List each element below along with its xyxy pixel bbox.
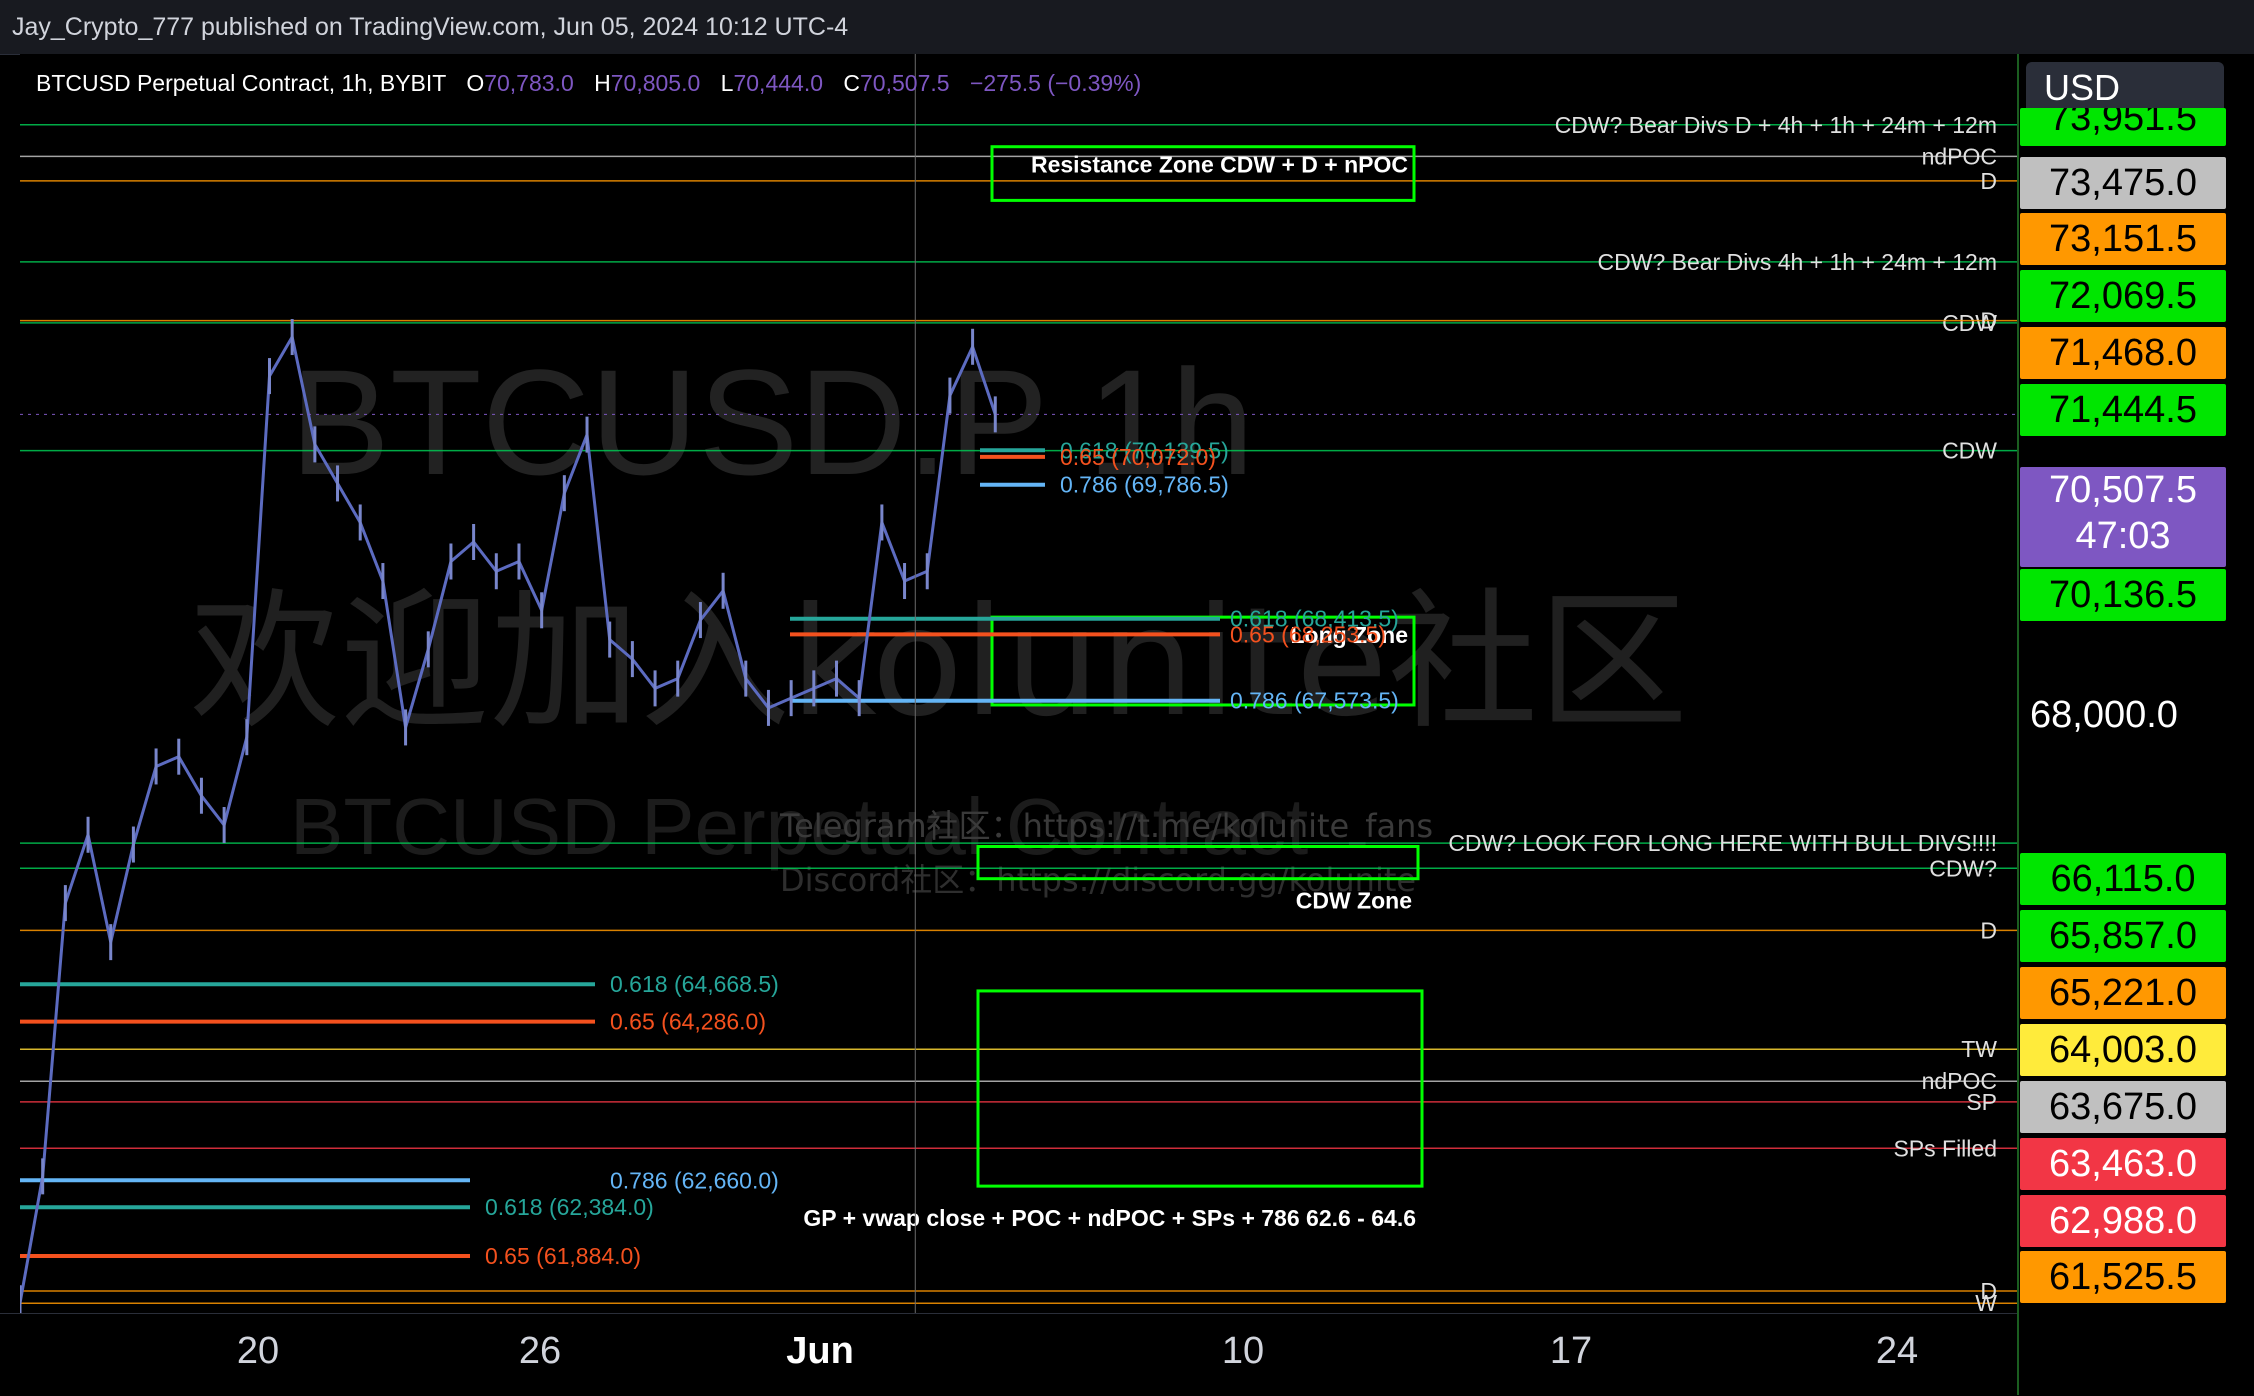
price-level-tag: 71,444.5 <box>2020 384 2226 436</box>
currency-selector[interactable]: USD <box>2026 62 2224 114</box>
zone-label: GP + vwap close + POC + ndPOC + SPs + 78… <box>803 1205 1416 1231</box>
level-label: CDW? Bear Divs D + 4h + 1h + 24m + 12m <box>1555 112 1997 138</box>
time-axis-tick: 17 <box>1549 1330 1593 1372</box>
close-value: 70,507.5 <box>860 70 950 96</box>
time-axis-tick: 20 <box>236 1330 280 1372</box>
level-label: TW <box>1961 1036 1997 1062</box>
time-axis-tick: Jun <box>786 1330 854 1372</box>
chart-svg[interactable]: BTCUSD.P 1h欢迎加入kolunite社区BTCUSD Perpetua… <box>20 54 2017 1313</box>
level-label: D <box>1980 917 1997 943</box>
high-value: 70,805.0 <box>610 70 701 96</box>
time-axis[interactable] <box>0 1313 2017 1396</box>
fib-label: 0.65 (70,072.0) <box>1060 444 1216 470</box>
fib-label: 0.618 (64,668.5) <box>610 971 779 997</box>
level-label: D <box>1980 308 1997 334</box>
zone-label: CDW Zone <box>1296 888 1412 914</box>
fib-label: 0.786 (62,660.0) <box>610 1167 779 1193</box>
level-label: CDW? LOOK FOR LONG HERE WITH BULL DIVS!!… <box>1448 830 1997 856</box>
price-level-tag: 63,463.0 <box>2020 1138 2226 1190</box>
price-level-tag: 73,151.5 <box>2020 213 2226 265</box>
fib-label: 0.618 (62,384.0) <box>485 1194 654 1220</box>
price-level-tag: 71,468.0 <box>2020 327 2226 379</box>
high-label: H <box>594 70 611 96</box>
price-level-tag: 62,988.0 <box>2020 1195 2226 1247</box>
price-level-tag: 73,475.0 <box>2020 157 2226 209</box>
fib-label: 0.786 (67,573.5) <box>1230 688 1399 714</box>
low-value: 70,444.0 <box>733 70 823 96</box>
level-label: CDW <box>1942 438 1997 464</box>
fib-label: 0.65 (68,253.5) <box>1230 621 1386 647</box>
low-label: L <box>720 70 734 96</box>
chart-plot-area[interactable]: BTCUSD.P 1h 欢迎加入kolunite社区 BTCUSD Perpetua… <box>20 54 2017 1313</box>
level-label: W <box>1975 1290 1997 1313</box>
level-label: D <box>1980 168 1997 194</box>
level-label: SPs Filled <box>1893 1135 1997 1161</box>
close-label: C <box>843 70 861 96</box>
level-label: CDW? <box>1929 855 1997 881</box>
symbol-legend[interactable]: BTCUSD Perpetual Contract, 1h, BYBIT O70… <box>36 70 1141 97</box>
fib-label: 0.65 (61,884.0) <box>485 1243 641 1269</box>
price-level-tag: 70,136.5 <box>2020 569 2226 621</box>
time-axis-tick: 26 <box>518 1330 562 1372</box>
watermark-community: 欢迎加入kolunite社区 <box>190 576 1688 750</box>
price-level-tag: 73,951.5 <box>2020 108 2226 146</box>
price-level-tag: 65,221.0 <box>2020 967 2226 1019</box>
price-level-tag: 65,857.0 <box>2020 910 2226 962</box>
watermark-telegram: Telegram社区：https://t.me/kolunite_fans <box>779 807 1433 845</box>
last-price-tag: 70,507.5 47:03 <box>2020 467 2226 567</box>
publisher-text: Jay_Crypto_777 published on TradingView.… <box>12 13 849 41</box>
fib-label: 0.65 (64,286.0) <box>610 1009 766 1035</box>
fib-label: 0.786 (69,786.5) <box>1060 472 1229 498</box>
bar-countdown: 47:03 <box>2075 515 2171 557</box>
open-label: O <box>466 70 485 96</box>
price-level-tag: 72,069.5 <box>2020 270 2226 322</box>
zone-label: Resistance Zone CDW + D + nPOC <box>1031 152 1408 178</box>
publisher-bar: Jay_Crypto_777 published on TradingView.… <box>0 0 2254 55</box>
level-label: CDW? Bear Divs 4h + 1h + 24m + 12m <box>1598 249 1997 275</box>
time-axis-tick: 10 <box>1221 1330 1265 1372</box>
price-level-tag: 63,675.0 <box>2020 1081 2226 1133</box>
change-value: −275.5 (−0.39%) <box>969 70 1142 96</box>
level-label: ndPOC <box>1922 143 1997 169</box>
symbol-name[interactable]: BTCUSD Perpetual Contract, 1h, BYBIT <box>36 70 446 96</box>
level-label: SP <box>1966 1089 1997 1115</box>
price-level-tag: 64,003.0 <box>2020 1024 2226 1076</box>
zone-box <box>976 989 1424 1188</box>
price-axis-tick: 68,000.0 <box>2030 694 2178 736</box>
price-level-tag: 61,525.5 <box>2020 1251 2226 1303</box>
time-axis-tick: 24 <box>1875 1330 1919 1372</box>
price-level-tag: 66,115.0 <box>2020 853 2226 905</box>
open-value: 70,783.0 <box>484 70 574 96</box>
last-price-value: 70,507.5 <box>2049 469 2197 511</box>
